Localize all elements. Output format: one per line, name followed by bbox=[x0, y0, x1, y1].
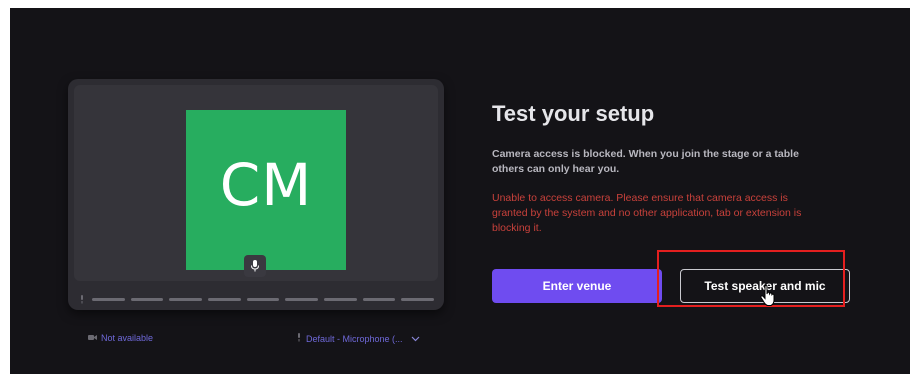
camera-icon bbox=[88, 333, 97, 343]
level-segment bbox=[208, 297, 241, 301]
enter-venue-button[interactable]: Enter venue bbox=[492, 269, 662, 303]
video-preview-card: CM bbox=[68, 79, 444, 310]
hand-cursor-icon bbox=[760, 284, 778, 307]
microphone-select-value: Default - Microphone (... bbox=[306, 333, 403, 344]
camera-status: Not available bbox=[88, 333, 153, 343]
level-segment bbox=[285, 297, 319, 301]
level-segment bbox=[401, 297, 435, 301]
level-segment bbox=[92, 297, 125, 301]
level-segment bbox=[324, 297, 357, 301]
camera-status-label: Not available bbox=[101, 333, 154, 343]
avatar-initials: CM bbox=[219, 151, 313, 219]
level-segment bbox=[130, 297, 164, 301]
microphone-icon bbox=[244, 255, 266, 277]
audio-level-meter bbox=[78, 294, 435, 304]
microphone-select[interactable]: Default - Microphone (... bbox=[296, 333, 420, 344]
page-title: Test your setup bbox=[492, 101, 655, 126]
camera-error-message: Unable to access camera. Please ensure t… bbox=[492, 192, 802, 234]
camera-blocked-info: Camera access is blocked. When you join … bbox=[492, 148, 799, 175]
microphone-icon bbox=[78, 294, 86, 304]
microphone-icon bbox=[296, 333, 302, 344]
level-segment bbox=[169, 297, 203, 301]
setup-screen: CM Not available Default - Microphone (.… bbox=[10, 8, 910, 374]
level-segment bbox=[362, 297, 396, 301]
chevron-down-icon bbox=[411, 334, 420, 344]
level-segment bbox=[246, 297, 280, 301]
video-preview: CM bbox=[74, 85, 438, 281]
avatar: CM bbox=[186, 110, 346, 270]
